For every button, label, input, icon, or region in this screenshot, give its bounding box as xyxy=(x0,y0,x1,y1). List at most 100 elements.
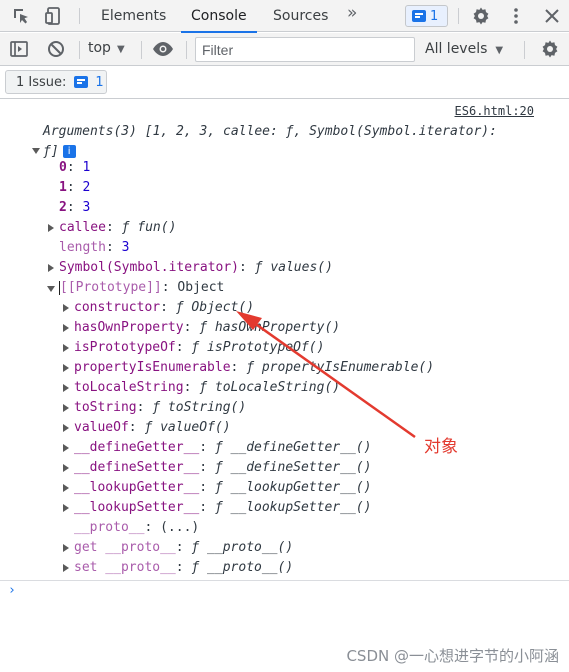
prototype-method-row[interactable]: constructor: ƒ Object() xyxy=(74,298,254,318)
property-key: toString xyxy=(74,400,137,415)
property-value: Object xyxy=(177,280,225,295)
property-value: 1 xyxy=(82,160,91,175)
prototype-method-row[interactable]: __proto__: (...) xyxy=(74,518,199,538)
settings-gear-icon[interactable] xyxy=(469,4,493,28)
tab-sources[interactable]: Sources xyxy=(263,0,338,32)
expand-triangle-icon[interactable] xyxy=(63,464,69,472)
property-key: [[Prototype]] xyxy=(60,280,162,295)
sidebar-toggle-icon[interactable] xyxy=(7,37,31,61)
filter-input[interactable] xyxy=(195,37,415,62)
expand-triangle-icon[interactable] xyxy=(63,344,69,352)
expand-triangle-icon[interactable] xyxy=(63,544,69,552)
tab-console[interactable]: Console xyxy=(181,0,257,33)
property-key: get __proto__ xyxy=(74,540,176,555)
expand-triangle-icon[interactable] xyxy=(32,148,40,154)
console-settings-gear-icon[interactable] xyxy=(538,37,562,61)
prototype-method-row[interactable]: __lookupGetter__: ƒ __lookupGetter__() xyxy=(74,478,371,498)
prototype-method-row[interactable]: isPrototypeOf: ƒ isPrototypeOf() xyxy=(74,338,324,358)
property-value: ƒ values() xyxy=(254,260,333,275)
message-icon xyxy=(74,76,89,88)
expand-triangle-icon[interactable] xyxy=(63,384,69,392)
issues-button[interactable]: 1 Issue: 1 xyxy=(5,70,107,94)
property-key: __defineSetter__ xyxy=(74,460,200,475)
expand-triangle-icon[interactable] xyxy=(63,444,69,452)
collapse-triangle-icon[interactable] xyxy=(47,286,55,292)
expand-triangle-icon[interactable] xyxy=(63,564,69,572)
arguments-summary-line1[interactable]: Arguments(3) [1, 2, 3, callee: ƒ, Symbol… xyxy=(43,122,497,142)
property-value: ƒ toLocaleString() xyxy=(199,380,341,395)
prototype-method-row[interactable]: hasOwnProperty: ƒ hasOwnProperty() xyxy=(74,318,340,338)
prototype-row[interactable]: [[Prototype]]: Object xyxy=(59,278,224,298)
arguments-summary-tail: ƒ] xyxy=(43,144,59,159)
inspect-element-icon[interactable] xyxy=(9,4,33,28)
property-key: __lookupGetter__ xyxy=(74,480,200,495)
toolbar-separator xyxy=(524,41,525,59)
expand-triangle-icon[interactable] xyxy=(63,404,69,412)
prompt-chevron-icon: › xyxy=(8,583,16,598)
issues-label: 1 Issue: xyxy=(16,74,67,90)
property-value: ƒ valueOf() xyxy=(144,420,231,435)
context-selector[interactable]: top ▼ xyxy=(88,40,125,56)
expand-triangle-icon[interactable] xyxy=(63,504,69,512)
issues-counter-button[interactable]: 1 xyxy=(405,5,448,27)
prototype-method-row[interactable]: __lookupSetter__: ƒ __lookupSetter__() xyxy=(74,498,371,518)
console-prompt-row[interactable]: › xyxy=(0,580,569,606)
property-value: ƒ __proto__() xyxy=(191,560,294,575)
close-icon[interactable] xyxy=(540,4,564,28)
expand-triangle-icon[interactable] xyxy=(63,424,69,432)
chevron-down-icon: ▼ xyxy=(116,44,125,55)
property-key: 2 xyxy=(59,200,67,215)
prototype-method-row[interactable]: toLocaleString: ƒ toLocaleString() xyxy=(74,378,340,398)
expand-triangle-icon[interactable] xyxy=(63,304,69,312)
property-key: 1 xyxy=(59,180,67,195)
property-row[interactable]: 2: 3 xyxy=(59,198,90,218)
property-row[interactable]: length: 3 xyxy=(59,238,129,258)
log-levels-value: All levels xyxy=(425,41,488,57)
more-tabs-button[interactable]: » xyxy=(347,3,357,23)
prototype-method-row[interactable]: __defineGetter__: ƒ __defineGetter__() xyxy=(74,438,371,458)
prototype-method-row[interactable]: get __proto__: ƒ __proto__() xyxy=(74,538,293,558)
property-value: ƒ fun() xyxy=(121,220,177,235)
tab-separator xyxy=(458,8,459,24)
property-key: propertyIsEnumerable xyxy=(74,360,231,375)
property-row[interactable]: 0: 1 xyxy=(59,158,90,178)
property-row[interactable]: Symbol(Symbol.iterator): ƒ values() xyxy=(59,258,333,278)
prototype-method-row[interactable]: __defineSetter__: ƒ __defineSetter__() xyxy=(74,458,371,478)
property-key: isPrototypeOf xyxy=(74,340,176,355)
device-toolbar-icon[interactable] xyxy=(42,4,66,28)
expand-triangle-icon[interactable] xyxy=(48,224,54,232)
toolbar-separator xyxy=(186,41,187,59)
property-key: set __proto__ xyxy=(74,560,176,575)
prototype-method-row[interactable]: propertyIsEnumerable: ƒ propertyIsEnumer… xyxy=(74,358,434,378)
annotation-label: 对象 xyxy=(424,437,458,457)
prototype-method-row[interactable]: valueOf: ƒ valueOf() xyxy=(74,418,231,438)
tab-separator xyxy=(79,8,80,24)
log-levels-dropdown[interactable]: All levels ▼ xyxy=(425,41,503,57)
prototype-method-row[interactable]: set __proto__: ƒ __proto__() xyxy=(74,558,293,578)
source-location-link[interactable]: ES6.html:20 xyxy=(455,104,534,118)
property-row[interactable]: 1: 2 xyxy=(59,178,90,198)
property-value: ƒ toString() xyxy=(152,400,247,415)
expand-triangle-icon[interactable] xyxy=(48,264,54,272)
tab-elements[interactable]: Elements xyxy=(91,0,176,32)
expand-triangle-icon[interactable] xyxy=(63,324,69,332)
expand-triangle-icon[interactable] xyxy=(63,364,69,372)
property-value: ƒ __defineGetter__() xyxy=(214,440,372,455)
property-value: ƒ isPrototypeOf() xyxy=(191,340,325,355)
property-key: valueOf xyxy=(74,420,129,435)
info-icon[interactable]: i xyxy=(62,145,76,158)
property-value: ƒ __lookupSetter__() xyxy=(214,500,372,515)
property-key: toLocaleString xyxy=(74,380,184,395)
more-options-icon[interactable] xyxy=(504,4,528,28)
expand-triangle-icon[interactable] xyxy=(63,484,69,492)
context-selector-value: top xyxy=(88,40,111,56)
property-key: callee xyxy=(59,220,106,235)
toolbar-separator xyxy=(79,41,80,59)
property-key: Symbol(Symbol.iterator) xyxy=(59,260,240,275)
toolbar-separator xyxy=(141,41,142,59)
property-key: __defineGetter__ xyxy=(74,440,200,455)
prototype-method-row[interactable]: toString: ƒ toString() xyxy=(74,398,246,418)
live-expression-eye-icon[interactable] xyxy=(151,37,175,61)
clear-console-icon[interactable] xyxy=(44,37,68,61)
property-row[interactable]: callee: ƒ fun() xyxy=(59,218,176,238)
